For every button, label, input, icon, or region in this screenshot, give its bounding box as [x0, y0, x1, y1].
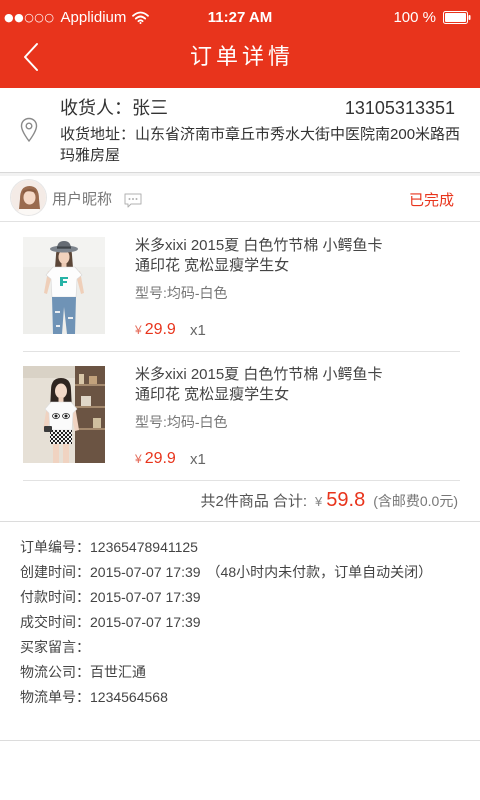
logistics-company: 百世汇通: [90, 664, 146, 680]
battery-percent: 100 %: [393, 9, 436, 26]
product-image: [23, 237, 105, 334]
product-price: ¥ 29.9: [135, 321, 176, 339]
info-label: 创建时间：: [20, 564, 90, 580]
receiver-label: 收货人：: [60, 98, 132, 118]
info-label: 成交时间：: [20, 614, 90, 630]
address-label: 收货地址：: [60, 126, 136, 143]
auto-close-note: （48小时内未付款，订单自动关闭）: [206, 564, 433, 580]
order-info-section: 订单编号：12365478941125 创建时间：2015-07-07 17:3…: [20, 535, 465, 710]
tracking-number-row: 物流单号：1234564568: [20, 685, 465, 710]
info-label: 物流公司：: [20, 664, 90, 680]
status-right: 100 %: [393, 0, 471, 35]
summary-row: 共2件商品 合计: ¥ 59.8 (含邮费0.0元): [201, 489, 458, 512]
product-title: 米多xixi 2015夏 白色竹节棉 小鳄鱼卡通印花 宽松显瘦学生女: [135, 366, 383, 403]
created-time: 2015-07-07 17:39: [90, 564, 201, 580]
order-item[interactable]: 米多xixi 2015夏 白色竹节棉 小鳄鱼卡通印花 宽松显瘦学生女 型号:均码…: [0, 223, 480, 352]
battery-icon: [443, 11, 471, 24]
shop-avatar: [10, 179, 47, 216]
product-spec: 型号:均码-白色: [135, 414, 228, 430]
currency-symbol: ¥: [315, 494, 323, 509]
completed-time-row: 成交时间：2015-07-07 17:39: [20, 610, 465, 635]
order-item[interactable]: 米多xixi 2015夏 白色竹节棉 小鳄鱼卡通印花 宽松显瘦学生女 型号:均码…: [0, 352, 480, 481]
receiver: 收货人：张三: [60, 97, 168, 119]
tracking-number: 1234564568: [90, 689, 168, 705]
currency-symbol: ¥: [135, 323, 142, 337]
page-title: 订单详情: [189, 44, 294, 69]
paid-time-row: 付款时间：2015-07-07 17:39: [20, 585, 465, 610]
info-label: 付款时间：: [20, 589, 90, 605]
order-number: 12365478941125: [90, 539, 198, 555]
shop-header[interactable]: 用户昵称 已完成: [0, 176, 480, 222]
back-button[interactable]: [14, 37, 48, 77]
paid-time: 2015-07-07 17:39: [90, 589, 201, 605]
status-bar: ●●○○○ Applidium 11:27 AM 100 %: [0, 0, 480, 35]
currency-symbol: ¥: [135, 452, 142, 466]
product-price: ¥ 29.9: [135, 450, 176, 468]
product-quantity: x1: [190, 451, 206, 468]
total-label: 合计:: [272, 493, 308, 510]
divider: [0, 740, 480, 741]
chevron-left-icon: [24, 43, 38, 71]
shipping-address-section: 收货人：张三 13105313351 收货地址：山东省济南市章丘市秀水大街中医院…: [0, 88, 480, 172]
item-count: 共2件商品: [200, 493, 269, 510]
info-label: 订单编号：: [20, 539, 90, 555]
price-amount: 29.9: [144, 450, 176, 467]
created-time-row: 创建时间：2015-07-07 17:39 （48小时内未付款，订单自动关闭）: [20, 560, 465, 585]
buyer-message-row: 买家留言：: [20, 635, 465, 660]
completed-time: 2015-07-07 17:39: [90, 614, 201, 630]
product-image: [23, 366, 105, 463]
order-summary: 共2件商品 合计: ¥ 59.8 (含邮费0.0元): [0, 481, 480, 522]
order-number-row: 订单编号：12365478941125: [20, 535, 465, 560]
address-detail: 收货地址：山东省济南市章丘市秀水大街中医院南200米路西玛雅房屋: [60, 124, 465, 166]
info-label: 买家留言：: [20, 639, 90, 655]
shipping-note: (含邮费0.0元): [373, 493, 458, 509]
info-label: 物流单号：: [20, 689, 90, 705]
product-title: 米多xixi 2015夏 白色竹节棉 小鳄鱼卡通印花 宽松显瘦学生女: [135, 237, 383, 274]
order-detail-screen: ●●○○○ Applidium 11:27 AM 100 % 订单详情 收货人：…: [0, 0, 480, 800]
nav-bar: 订单详情: [0, 35, 480, 88]
order-status: 已完成: [408, 192, 454, 209]
price-amount: 29.9: [144, 321, 176, 338]
product-spec: 型号:均码-白色: [135, 285, 228, 301]
product-quantity: x1: [190, 322, 206, 339]
logistics-company-row: 物流公司：百世汇通: [20, 660, 465, 685]
chat-bubble-icon[interactable]: [123, 193, 143, 208]
total-amount: 59.8: [326, 489, 366, 511]
receiver-phone: 13105313351: [344, 98, 455, 118]
location-pin-icon: [20, 117, 38, 143]
receiver-name: 张三: [132, 98, 168, 118]
shop-nickname: 用户昵称: [52, 191, 113, 208]
